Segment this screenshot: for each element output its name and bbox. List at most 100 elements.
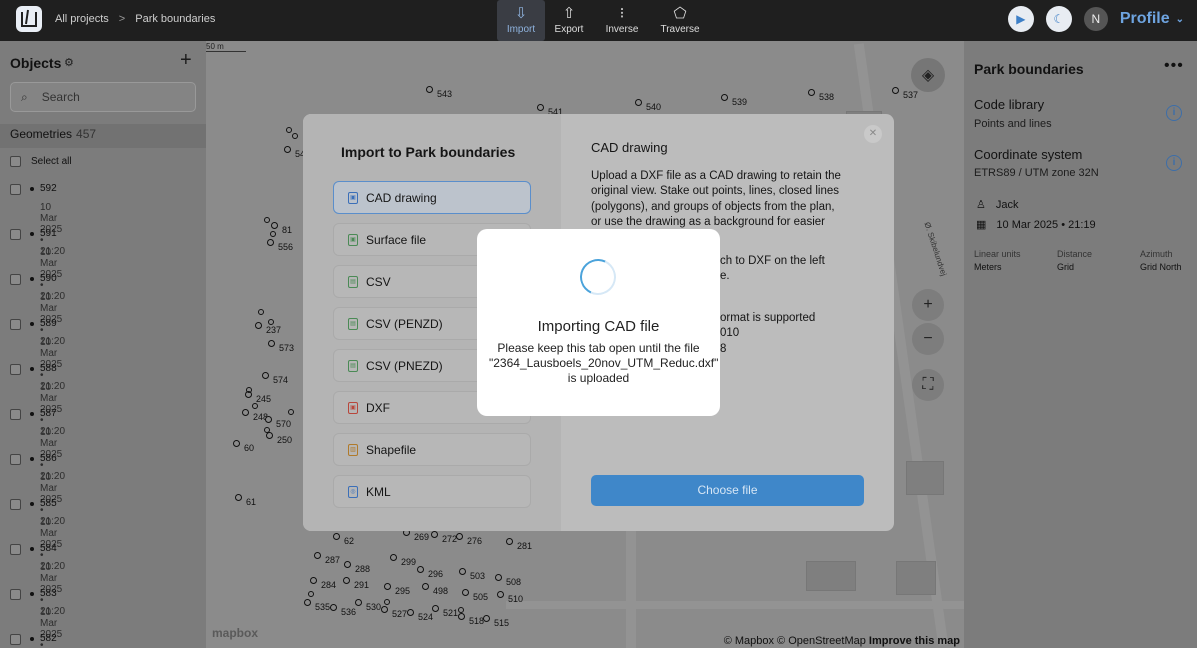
mapbox-logo[interactable]: mapbox	[212, 626, 258, 640]
toolbar: ⇩ Import ⇧ Export ⁝ Inverse ⬠ Traverse	[497, 0, 709, 41]
map-point-marker[interactable]	[308, 591, 314, 597]
map-point-label[interactable]: 521	[431, 605, 458, 618]
add-object-button[interactable]: +	[180, 49, 192, 72]
fullscreen-button[interactable]: ⛶	[912, 369, 944, 401]
map-point-label[interactable]: 505	[461, 589, 488, 602]
info-icon[interactable]: i	[1166, 155, 1182, 171]
map-point-label[interactable]: 81	[270, 222, 292, 235]
option-shapefile[interactable]: ▥ Shapefile	[333, 433, 531, 466]
map-point-label[interactable]: 62	[332, 533, 354, 546]
map-point-label[interactable]: 570	[264, 416, 291, 429]
map-point-marker[interactable]	[268, 319, 274, 325]
option-label: CSV (PNEZD)	[366, 358, 443, 373]
map-point-label[interactable]: 524	[406, 609, 433, 622]
map-point-label[interactable]: 299	[389, 554, 416, 567]
map-point-label[interactable]: 272	[430, 531, 457, 544]
option-cad-drawing[interactable]: ▣ CAD drawing	[333, 181, 531, 214]
map-point-label[interactable]: 530	[354, 599, 381, 612]
map-point-label[interactable]: 573	[267, 340, 294, 353]
map-point-marker[interactable]	[286, 127, 292, 133]
export-tool-button[interactable]: ⇧ Export	[545, 0, 593, 41]
map-point-marker[interactable]	[458, 607, 464, 613]
map-point-label[interactable]: 543	[425, 86, 452, 99]
map-point-label[interactable]: 291	[342, 577, 369, 590]
map-point-label[interactable]: 498	[421, 583, 448, 596]
item-checkbox[interactable]	[10, 454, 21, 465]
traverse-tool-button[interactable]: ⬠ Traverse	[651, 0, 709, 41]
item-checkbox[interactable]	[10, 229, 21, 240]
map-point-label[interactable]: 296	[416, 566, 443, 579]
choose-file-button[interactable]: Choose file	[591, 475, 864, 506]
attribution-text[interactable]: © Mapbox © OpenStreetMap	[724, 635, 866, 647]
map-point-marker[interactable]	[264, 427, 270, 433]
play-icon[interactable]: ▶	[1007, 6, 1034, 32]
map-point-label[interactable]: 295	[383, 583, 410, 596]
map-point-label[interactable]: 540	[634, 99, 661, 112]
info-icon[interactable]: i	[1166, 105, 1182, 121]
map-point-label[interactable]: 527	[380, 606, 407, 619]
item-checkbox[interactable]	[10, 544, 21, 555]
item-checkbox[interactable]	[10, 634, 21, 645]
select-all-checkbox[interactable]	[10, 156, 21, 167]
moon-icon[interactable]: ☾	[1045, 6, 1072, 32]
map-point-marker[interactable]	[384, 599, 390, 605]
zoom-out-button[interactable]: −	[912, 323, 944, 355]
map-point-label[interactable]: 284	[309, 577, 336, 590]
map-point-label[interactable]: 287	[313, 552, 340, 565]
map-point-marker[interactable]	[288, 409, 294, 415]
item-checkbox[interactable]	[10, 274, 21, 285]
unit-label: Linear units	[974, 249, 1021, 259]
map-point-marker[interactable]	[264, 217, 270, 223]
map-point-label[interactable]: 245	[244, 391, 271, 404]
map-point-marker[interactable]	[270, 231, 276, 237]
map-point-label[interactable]: 537	[891, 87, 918, 100]
map-point-label[interactable]: 237	[254, 322, 281, 335]
map-point-label[interactable]: 508	[494, 574, 521, 587]
map-point-label[interactable]: 281	[505, 538, 532, 551]
import-tool-button[interactable]: ⇩ Import	[497, 0, 545, 41]
option-label: CSV (PENZD)	[366, 316, 443, 331]
geometries-header[interactable]: Geometries 457	[0, 124, 206, 148]
gear-icon[interactable]: ⚙	[64, 56, 74, 69]
map-point-label[interactable]: 510	[496, 591, 523, 604]
item-checkbox[interactable]	[10, 409, 21, 420]
map-point-label[interactable]: 60	[232, 440, 254, 453]
item-checkbox[interactable]	[10, 364, 21, 375]
close-icon[interactable]: ✕	[864, 125, 882, 143]
option-kml[interactable]: ◎ KML	[333, 475, 531, 508]
map-point-marker[interactable]	[252, 403, 258, 409]
map-point-label[interactable]: 536	[329, 604, 356, 617]
layers-button[interactable]: ◈	[911, 58, 945, 92]
map-point-label[interactable]: 574	[261, 372, 288, 385]
item-checkbox[interactable]	[10, 319, 21, 330]
item-checkbox[interactable]	[10, 589, 21, 600]
inverse-tool-button[interactable]: ⁝ Inverse	[593, 0, 651, 41]
map-point-label[interactable]: 276	[455, 533, 482, 546]
map-point-label[interactable]: 538	[807, 89, 834, 102]
map-point-marker[interactable]	[292, 133, 298, 139]
map-point-label[interactable]: 61	[234, 494, 256, 507]
improve-map-link[interactable]: Improve this map	[869, 635, 960, 647]
map-point-label[interactable]: 518	[457, 613, 484, 626]
map-point-label[interactable]: 535	[303, 599, 330, 612]
map-point-marker[interactable]	[246, 387, 252, 393]
item-checkbox[interactable]	[10, 499, 21, 510]
distance-units: Distance Grid	[1057, 249, 1140, 272]
more-options-icon[interactable]: •••	[1164, 57, 1184, 75]
profile-menu[interactable]: Profile ⌄	[1120, 10, 1184, 28]
map-point-label[interactable]: 250	[265, 432, 292, 445]
map-point-label[interactable]: 539	[720, 94, 747, 107]
avatar[interactable]: N	[1083, 7, 1108, 31]
map-point-label[interactable]: 503	[458, 568, 485, 581]
map-point-marker[interactable]	[258, 309, 264, 315]
map-building	[806, 561, 856, 591]
map-point-label[interactable]: 556	[266, 239, 293, 252]
search-input[interactable]	[41, 90, 172, 104]
app-logo[interactable]	[16, 6, 42, 32]
breadcrumb-all-projects[interactable]: All projects	[55, 13, 109, 25]
map-point-label[interactable]: 515	[482, 615, 509, 628]
item-checkbox[interactable]	[10, 184, 21, 195]
map-point-label[interactable]: 269	[402, 529, 429, 542]
zoom-in-button[interactable]: +	[912, 289, 944, 321]
map-point-label[interactable]: 288	[343, 561, 370, 574]
